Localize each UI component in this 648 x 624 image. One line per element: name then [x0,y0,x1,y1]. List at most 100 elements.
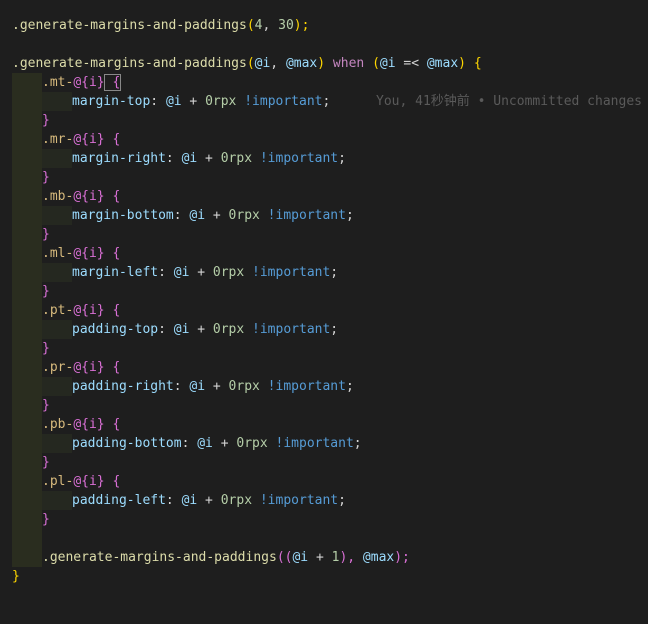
code-line-final: } [12,567,20,586]
selector: .mr- [42,132,74,147]
important-keyword: !important [259,379,346,394]
variable: @i [379,56,396,71]
variable: @max [426,56,459,71]
mixin-definition: .generate-margins-and-paddings [12,56,247,71]
rule-selector-line: .ml-@{i} { [12,244,120,263]
variable: @i [181,151,198,166]
variable: @i [292,550,309,565]
interpolation: @{i} [73,303,105,318]
selector: .ml- [42,246,74,261]
number: 0rpx [220,493,253,508]
semicolon: ; [338,151,346,166]
variable: @i [189,379,206,394]
brace: } [42,113,50,128]
paren: ) [317,56,326,71]
important-keyword: !important [252,493,339,508]
operator: + [205,208,229,223]
brace: { [104,132,121,147]
variable: @i [189,208,206,223]
brace: } [42,512,50,527]
paren: ( [372,56,380,71]
brace: { [104,360,121,375]
brace: } [42,455,50,470]
interpolation: @{i} [73,246,105,261]
semicolon: ; [338,493,346,508]
important-keyword: !important [244,265,331,280]
rule-property-line: margin-bottom: @i + 0rpx !important; [12,206,354,225]
operator: + [189,265,213,280]
rule-close-line: } [12,453,50,472]
number: 0rpx [212,265,245,280]
paren: ); [293,18,310,33]
rule-selector-line: .pr-@{i} { [12,358,120,377]
operator: + [308,550,332,565]
property: padding-left [72,493,166,508]
mixin-call: .generate-margins-and-paddings [12,18,247,33]
interpolation: @{i} [73,132,105,147]
variable: @i [165,94,182,109]
colon: : [150,94,166,109]
variable: @max [362,550,395,565]
selector: .mt- [42,75,74,90]
rule-property-line: padding-top: @i + 0rpx !important; [12,320,338,339]
colon: : [158,265,174,280]
rule-property-line: margin-top: @i + 0rpx !important; [12,92,330,111]
brace: { [104,189,121,204]
brace: } [42,170,50,185]
brace: { [104,246,121,261]
property: margin-right [72,151,166,166]
interpolation: @{i} [73,417,105,432]
selector: .pl- [42,474,74,489]
brace: { [466,56,482,71]
git-blame-annotation: You, 41秒钟前 • Uncommitted changes [376,94,642,109]
separator: , [262,18,279,33]
brace: { [104,474,121,489]
operator: + [212,436,237,451]
interpolation: @{i} [73,360,105,375]
paren: ); [394,550,410,565]
brace: } [42,284,50,299]
property: margin-bottom [72,208,174,223]
variable: @i [254,56,271,71]
code-line-1: .generate-margins-and-paddings(4, 30); [12,16,309,35]
colon: : [181,436,198,451]
variable: @max [285,56,318,71]
variable: @i [173,265,190,280]
rule-property-line: padding-left: @i + 0rpx !important; [12,491,346,510]
code-editor[interactable]: .generate-margins-and-paddings(4, 30); .… [0,0,648,624]
important-keyword: !important [267,436,354,451]
semicolon: ; [353,436,362,451]
rule-selector-line: .mt-@{i} { [12,73,122,92]
rule-selector-line: .mr-@{i} { [12,130,120,149]
selector: .pb- [42,417,74,432]
operator: + [205,379,229,394]
mixin-call: .generate-margins-and-paddings [42,550,277,565]
selector: .mb- [42,189,74,204]
semicolon: ; [345,208,354,223]
operator: + [181,94,206,109]
colon: : [173,208,190,223]
number: 0rpx [220,151,253,166]
operator: + [197,151,221,166]
paren: ( [246,56,255,71]
property: padding-right [72,379,174,394]
operator: =< [395,56,427,71]
brace: } [42,398,50,413]
brace: } [42,341,50,356]
rule-close-line: } [12,510,50,529]
separator: , [270,56,286,71]
selector: .pt- [42,303,74,318]
paren: ), [339,550,363,565]
rule-selector-line: .pl-@{i} { [12,472,120,491]
colon: : [165,151,182,166]
code-line-2: .generate-margins-and-paddings(@i, @max)… [12,54,482,73]
rule-selector-line: .pb-@{i} { [12,415,120,434]
rule-property-line: margin-right: @i + 0rpx !important; [12,149,346,168]
operator: + [197,493,221,508]
rule-close-line: } [12,225,50,244]
selector: .pr- [42,360,74,375]
important-keyword: !important [252,151,339,166]
semicolon: ; [345,379,354,394]
rule-property-line: padding-right: @i + 0rpx !important; [12,377,354,396]
important-keyword: !important [244,322,331,337]
